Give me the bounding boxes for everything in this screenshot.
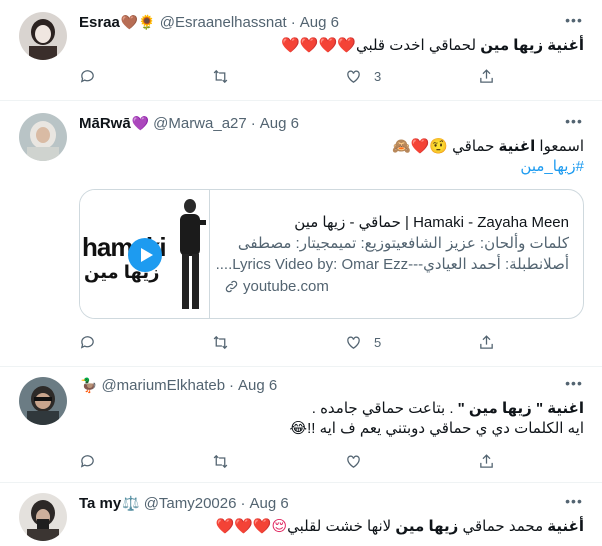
tweet-text: اسمعوا اغنية حماقي 🤨❤️🙈 bbox=[392, 137, 584, 157]
more-icon[interactable]: ••• bbox=[564, 494, 584, 515]
tweet-emojis: 😌❤️❤️❤️ bbox=[215, 518, 288, 535]
tweet-emojis: 🤨❤️🙈 bbox=[391, 138, 448, 155]
retweet-button[interactable] bbox=[212, 332, 229, 352]
tweet-actions bbox=[79, 451, 539, 471]
like-icon bbox=[347, 70, 360, 83]
tweet-feed: Esraa 🤎🌻 @Esraanelhassnat · Aug 6 ••• أغ… bbox=[0, 0, 602, 546]
card-thumbnail[interactable]: hamaki زيها مين bbox=[80, 190, 210, 318]
name-emoji: 🦆 bbox=[80, 376, 98, 393]
retweet-icon bbox=[213, 454, 228, 468]
tweet-text: أغنية زيها مين لحماقي اخدت قلبي❤️❤️❤️❤️ bbox=[281, 36, 584, 56]
tweet-text-line1: اغنية " زيها مين " . بتاعت حماقي جامده . bbox=[312, 399, 584, 419]
link-icon bbox=[225, 280, 238, 293]
reply-icon bbox=[80, 335, 94, 349]
name-emoji: ⚖️ bbox=[122, 494, 140, 511]
avatar[interactable] bbox=[19, 493, 67, 541]
tweet-text-line2-text: ايه الكلمات دي ي حماقي دوبتني يعم ف ايه … bbox=[307, 420, 584, 437]
tweet[interactable]: MāRwā 💜 @Marwa_a27 · Aug 6 ••• اسمعوا اغ… bbox=[0, 101, 602, 367]
tweet[interactable]: 🦆 @mariumElkhateb · Aug 6 ••• اغنية " زي… bbox=[0, 367, 602, 483]
tweet-header: Ta my ⚖️ @Tamy20026 · Aug 6 bbox=[79, 493, 289, 513]
more-icon[interactable]: ••• bbox=[564, 376, 584, 397]
share-button[interactable] bbox=[478, 451, 495, 471]
more-icon[interactable]: ••• bbox=[564, 13, 584, 34]
card-description-line1: كلمات وألحان: عزيز الشافعيتوزيع: تميمجيت… bbox=[237, 235, 569, 252]
tweet-text: أغنية محمد حماقي زيها مين لانها خشت لقلب… bbox=[215, 517, 584, 537]
play-icon[interactable] bbox=[128, 238, 162, 272]
like-button[interactable]: 5 bbox=[345, 332, 381, 352]
display-name[interactable]: Esraa bbox=[79, 14, 120, 31]
card-title: Hamaki - Zayaha Meen | حماقي - زيها مين bbox=[294, 214, 569, 231]
card-url: youtube.com bbox=[243, 278, 329, 295]
card-description-line2: أصلانطبلة: أحمد العيادي---Lyrics Video b… bbox=[215, 256, 569, 273]
retweet-button[interactable] bbox=[212, 66, 229, 86]
separator-dot: · bbox=[240, 494, 246, 512]
retweet-icon bbox=[213, 69, 228, 83]
separator-dot: · bbox=[250, 114, 256, 132]
tweet-text-line2: ايه الكلمات دي ي حماقي دوبتني يعم ف ايه … bbox=[290, 419, 584, 439]
user-handle[interactable]: @Esraanelhassnat bbox=[160, 14, 287, 31]
tweet[interactable]: Esraa 🤎🌻 @Esraanelhassnat · Aug 6 ••• أغ… bbox=[0, 0, 602, 101]
reply-button[interactable] bbox=[79, 66, 96, 86]
name-emoji: 💜 bbox=[131, 114, 150, 131]
tweet-header: 🦆 @mariumElkhateb · Aug 6 bbox=[79, 375, 277, 395]
like-count: 5 bbox=[374, 334, 382, 350]
display-name[interactable]: Ta my bbox=[79, 495, 121, 512]
user-handle[interactable]: @Marwa_a27 bbox=[153, 115, 247, 132]
tweet-header: Esraa 🤎🌻 @Esraanelhassnat · Aug 6 bbox=[79, 12, 339, 32]
tweet-date[interactable]: Aug 6 bbox=[238, 377, 277, 394]
hashtag-link[interactable]: #زيها_مين bbox=[520, 157, 584, 177]
separator-dot: · bbox=[290, 13, 296, 31]
share-button[interactable] bbox=[478, 66, 495, 86]
link-card[interactable]: hamaki زيها مين Hamaki - Zayaha Meen | ح… bbox=[79, 189, 584, 319]
tweet-text-mid: محمد حماقي bbox=[458, 518, 548, 535]
tweet-text-rest: لانها خشت لقلبي bbox=[287, 518, 396, 535]
tweet[interactable]: Ta my ⚖️ @Tamy20026 · Aug 6 ••• أغنية مح… bbox=[0, 483, 602, 546]
like-icon bbox=[347, 455, 360, 468]
tweet-text-bold: اغنية bbox=[498, 138, 536, 155]
singer-image bbox=[180, 199, 206, 309]
tweet-text-bold-a: أغنية bbox=[547, 518, 584, 535]
avatar[interactable] bbox=[19, 12, 67, 60]
card-domain: youtube.com bbox=[224, 278, 329, 295]
share-button[interactable] bbox=[478, 332, 495, 352]
tweet-actions: 5 bbox=[79, 332, 539, 352]
share-icon bbox=[480, 334, 493, 349]
reply-icon bbox=[80, 69, 94, 83]
card-text: Hamaki - Zayaha Meen | حماقي - زيها مين … bbox=[215, 212, 569, 275]
heart-emojis: ❤️❤️❤️❤️ bbox=[281, 37, 356, 54]
retweet-button[interactable] bbox=[212, 451, 229, 471]
laughing-emoji: 😂 bbox=[289, 420, 308, 437]
retweet-icon bbox=[213, 335, 228, 349]
tweet-text-post: حماقي bbox=[448, 138, 499, 155]
tweet-date[interactable]: Aug 6 bbox=[249, 495, 288, 512]
like-icon bbox=[347, 336, 360, 349]
like-button[interactable] bbox=[345, 451, 362, 471]
tweet-actions: 3 bbox=[79, 66, 539, 86]
reply-button[interactable] bbox=[79, 451, 96, 471]
like-button[interactable]: 3 bbox=[345, 66, 381, 86]
like-count: 3 bbox=[374, 68, 382, 84]
separator-dot: · bbox=[229, 376, 235, 394]
tweet-text-rest: لحماقي اخدت قلبي bbox=[355, 37, 481, 54]
avatar[interactable] bbox=[19, 113, 67, 161]
reply-button[interactable] bbox=[79, 332, 96, 352]
tweet-text-bold: أغنية زيها مين bbox=[480, 37, 584, 54]
user-handle[interactable]: @mariumElkhateb bbox=[101, 377, 225, 394]
reply-icon bbox=[80, 454, 94, 468]
tweet-date[interactable]: Aug 6 bbox=[260, 115, 299, 132]
tweet-header: MāRwā 💜 @Marwa_a27 · Aug 6 bbox=[79, 113, 299, 133]
user-handle[interactable]: @Tamy20026 bbox=[144, 495, 237, 512]
share-icon bbox=[480, 68, 493, 83]
tweet-text-rest: . بتاعت حماقي جامده . bbox=[311, 400, 458, 417]
share-icon bbox=[480, 453, 493, 468]
tweet-date[interactable]: Aug 6 bbox=[300, 14, 339, 31]
name-emoji: 🤎🌻 bbox=[120, 13, 156, 30]
more-icon[interactable]: ••• bbox=[564, 114, 584, 135]
display-name[interactable]: MāRwā bbox=[79, 115, 131, 132]
tweet-text-bold-b: زيها مين bbox=[395, 518, 459, 535]
tweet-text-bold: اغنية " زيها مين " bbox=[457, 400, 584, 417]
tweet-text-pre: اسمعوا bbox=[535, 138, 584, 155]
avatar[interactable] bbox=[19, 377, 67, 425]
